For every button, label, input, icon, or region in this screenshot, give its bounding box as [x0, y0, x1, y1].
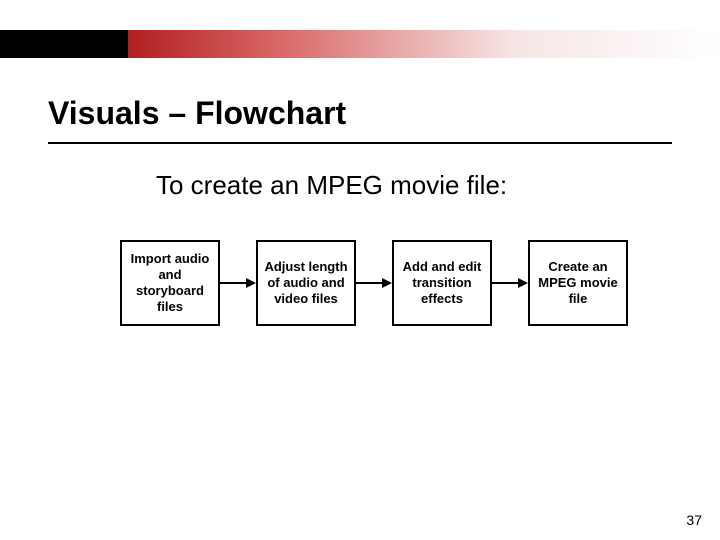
page-number: 37 — [686, 512, 702, 528]
title-underline — [48, 142, 672, 144]
arrow-icon — [220, 277, 256, 289]
header-bar-gradient — [128, 30, 720, 58]
flow-step-2: Adjust length of audio and video files — [256, 240, 356, 326]
arrow-icon — [492, 277, 528, 289]
flow-step-4: Create an MPEG movie file — [528, 240, 628, 326]
arrow-icon — [356, 277, 392, 289]
flow-step-3: Add and edit transition effects — [392, 240, 492, 326]
flow-step-1: Import audio and storyboard files — [120, 240, 220, 326]
header-bar — [0, 30, 720, 58]
page-title: Visuals – Flowchart — [48, 95, 346, 132]
header-bar-accent — [0, 30, 128, 58]
flow-subtitle: To create an MPEG movie file: — [156, 170, 507, 201]
flowchart: Import audio and storyboard files Adjust… — [120, 240, 640, 326]
